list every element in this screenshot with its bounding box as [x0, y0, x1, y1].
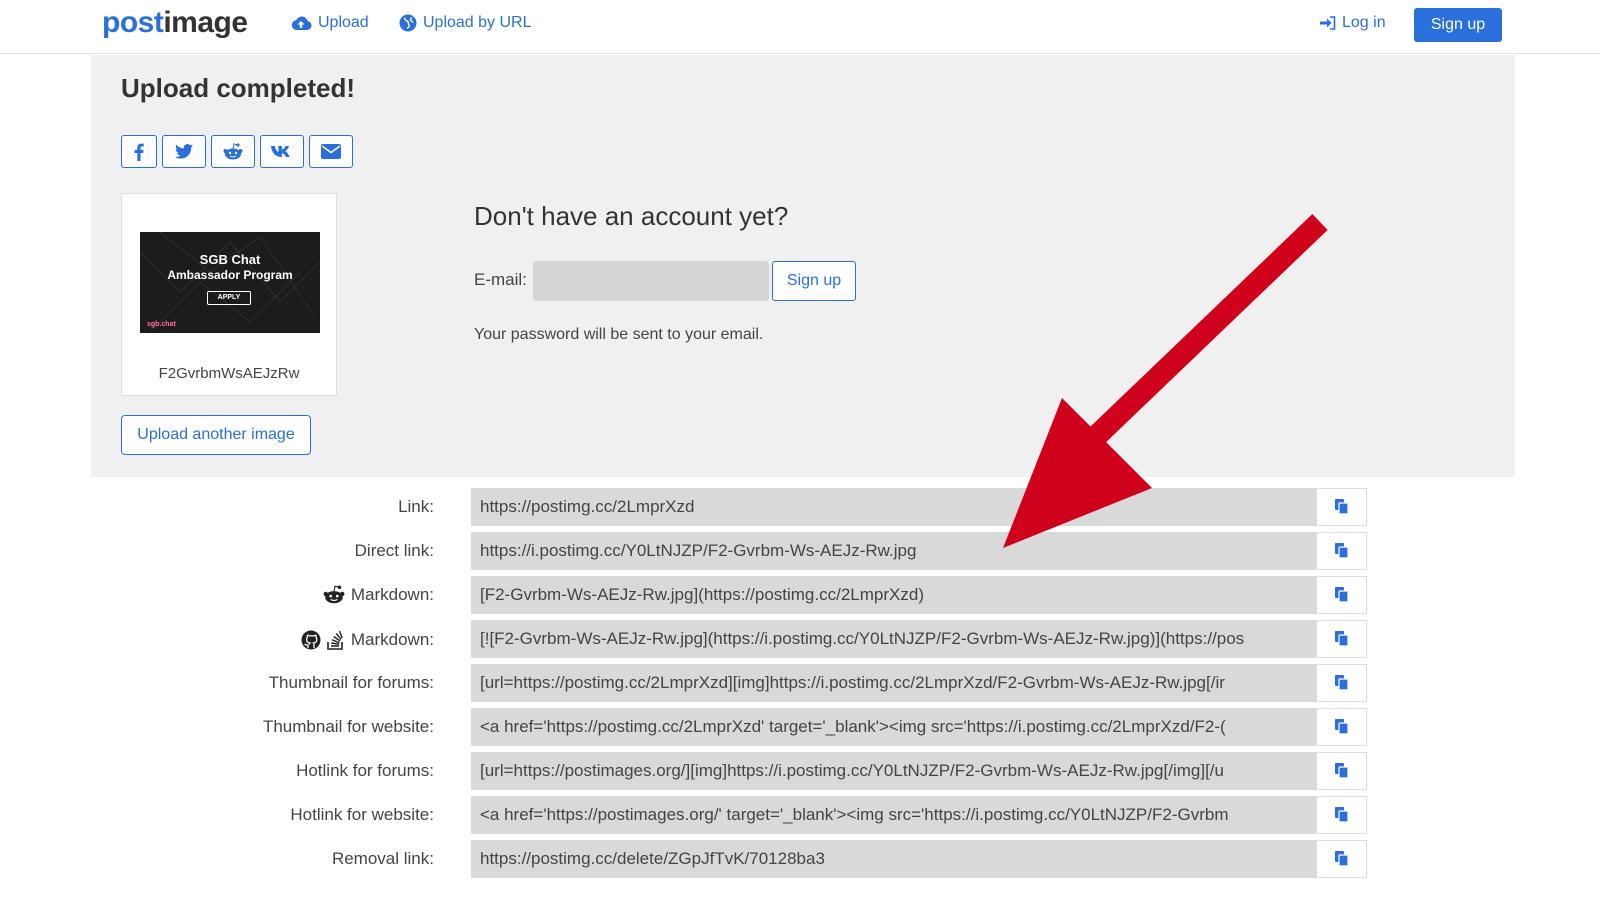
link-label: Direct link: — [355, 541, 434, 561]
sign-in-icon — [1320, 16, 1336, 30]
copy-button[interactable] — [1316, 796, 1367, 834]
link-field[interactable]: [url=https://postimg.cc/2LmprXzd][img]ht… — [471, 664, 1316, 702]
github-icon — [301, 630, 321, 650]
link-field[interactable]: [url=https://postimages.org/][img]https:… — [471, 752, 1316, 790]
copy-icon — [1334, 719, 1349, 735]
thumbnail-pattern — [140, 232, 320, 333]
upload-another-button[interactable]: Upload another image — [121, 415, 311, 455]
copy-icon — [1334, 631, 1349, 647]
upload-by-url-link[interactable]: Upload by URL — [399, 14, 532, 32]
copy-button[interactable] — [1316, 752, 1367, 790]
account-heading: Don't have an account yet? — [474, 201, 789, 231]
uploaded-image-thumbnail[interactable]: SGB Chat Ambassador Program APPLY sgb.ch… — [140, 232, 320, 333]
link-row-hotlink-forums: Hotlink for forums: [url=https://postima… — [0, 752, 1600, 792]
copy-button[interactable] — [1316, 664, 1367, 702]
link-row-hotlink-website: Hotlink for website: <a href='https://po… — [0, 796, 1600, 836]
link-label-text: Markdown: — [350, 630, 434, 649]
share-email-button[interactable] — [309, 135, 353, 168]
thumbnail-brand: sgb.chat — [147, 321, 176, 328]
copy-icon — [1334, 807, 1349, 823]
link-label-text: Direct link: — [354, 541, 434, 560]
link-label: Markdown: — [323, 585, 434, 605]
copy-button[interactable] — [1316, 840, 1367, 878]
reddit-icon — [323, 585, 345, 604]
link-label: Removal link: — [332, 849, 434, 869]
copy-icon — [1334, 499, 1349, 515]
thumbnail-apply-badge: APPLY — [207, 291, 251, 305]
copy-button[interactable] — [1316, 576, 1367, 614]
copy-button[interactable] — [1316, 532, 1367, 570]
link-row-github-markdown: Markdown: [![F2-Gvrbm-Ws-AEJz-Rw.jpg](ht… — [0, 620, 1600, 660]
uploaded-image-card[interactable]: SGB Chat Ambassador Program APPLY sgb.ch… — [121, 193, 337, 396]
link-field[interactable]: https://postimg.cc/delete/ZGpJfTvK/70128… — [471, 840, 1316, 878]
share-reddit-button[interactable] — [211, 135, 255, 168]
link-field[interactable]: https://i.postimg.cc/Y0LtNJZP/F2-Gvrbm-W… — [471, 532, 1316, 570]
link-label-text: Removal link: — [331, 849, 434, 868]
link-label-text: Thumbnail for website: — [262, 717, 434, 736]
link-label-text: Hotlink for forums: — [296, 761, 434, 780]
uploaded-image-name: F2GvrbmWsAEJzRw — [158, 365, 300, 382]
share-vk-button[interactable] — [260, 135, 304, 168]
link-label-text: Link: — [398, 497, 434, 516]
link-field[interactable]: [![F2-Gvrbm-Ws-AEJz-Rw.jpg](https://i.po… — [471, 620, 1316, 658]
share-facebook-button[interactable] — [121, 135, 157, 168]
copy-button[interactable] — [1316, 620, 1367, 658]
link-label: Hotlink for forums: — [296, 761, 434, 781]
link-label-text: Thumbnail for forums: — [268, 673, 434, 692]
link-row-reddit-markdown: Markdown: [F2-Gvrbm-Ws-AEJz-Rw.jpg](http… — [0, 576, 1600, 616]
link-label-text: Markdown: — [350, 585, 434, 604]
link-field[interactable]: <a href='https://postimages.org/' target… — [471, 796, 1316, 834]
account-signup-button[interactable]: Sign up — [772, 261, 856, 301]
signup-button[interactable]: Sign up — [1414, 8, 1502, 42]
copy-icon — [1334, 543, 1349, 559]
upload-completed-panel: Upload completed! SGB Chat Ambassador Pr… — [91, 55, 1515, 477]
postimage-logo[interactable]: postimage — [102, 6, 248, 40]
copy-icon — [1334, 675, 1349, 691]
link-row-removal-link: Removal link: https://postimg.cc/delete/… — [0, 840, 1600, 880]
logo-part-post: post — [102, 6, 164, 39]
vk-icon — [271, 146, 290, 157]
link-row-thumbnail-website: Thumbnail for website: <a href='https://… — [0, 708, 1600, 748]
link-row-thumbnail-forums: Thumbnail for forums: [url=https://posti… — [0, 664, 1600, 704]
link-field[interactable]: <a href='https://postimg.cc/2LmprXzd' ta… — [471, 708, 1316, 746]
link-label: Hotlink for website: — [290, 805, 434, 825]
thumbnail-text-title: SGB Chat — [199, 252, 261, 267]
login-link-label: Log in — [1342, 14, 1386, 31]
copy-button[interactable] — [1316, 708, 1367, 746]
upload-link-label: Upload — [318, 14, 369, 31]
link-label-text: Hotlink for website: — [290, 805, 434, 824]
reddit-icon — [223, 142, 243, 159]
copy-icon — [1334, 851, 1349, 867]
stackoverflow-icon — [327, 630, 343, 650]
link-label: Markdown: — [301, 629, 434, 651]
globe-icon — [399, 14, 417, 32]
email-field[interactable] — [533, 261, 769, 301]
thumbnail-text-subtitle: Ambassador Program — [167, 268, 293, 282]
facebook-icon — [134, 143, 144, 161]
copy-icon — [1334, 587, 1349, 603]
top-navbar: postimage Upload Upload by URL Log in Si… — [0, 0, 1600, 54]
password-note: Your password will be sent to your email… — [474, 326, 764, 343]
cloud-upload-icon — [291, 16, 312, 30]
email-label: E-mail: — [474, 270, 527, 289]
share-twitter-button[interactable] — [162, 135, 206, 168]
upload-by-url-label: Upload by URL — [423, 14, 532, 31]
share-buttons — [121, 135, 353, 168]
link-label: Thumbnail for website: — [263, 717, 434, 737]
twitter-icon — [175, 144, 193, 159]
login-link[interactable]: Log in — [1320, 14, 1386, 32]
link-field[interactable]: https://postimg.cc/2LmprXzd — [471, 488, 1316, 526]
link-row-direct-link: Direct link: https://i.postimg.cc/Y0LtNJ… — [0, 532, 1600, 572]
email-icon — [321, 144, 341, 159]
link-row-link: Link: https://postimg.cc/2LmprXzd — [0, 488, 1600, 528]
link-label: Thumbnail for forums: — [269, 673, 434, 693]
logo-part-image: image — [163, 6, 248, 39]
copy-button[interactable] — [1316, 488, 1367, 526]
upload-link[interactable]: Upload — [290, 14, 369, 32]
copy-icon — [1334, 763, 1349, 779]
link-label: Link: — [398, 497, 434, 517]
page-title: Upload completed! — [121, 73, 356, 103]
link-field[interactable]: [F2-Gvrbm-Ws-AEJz-Rw.jpg](https://postim… — [471, 576, 1316, 614]
